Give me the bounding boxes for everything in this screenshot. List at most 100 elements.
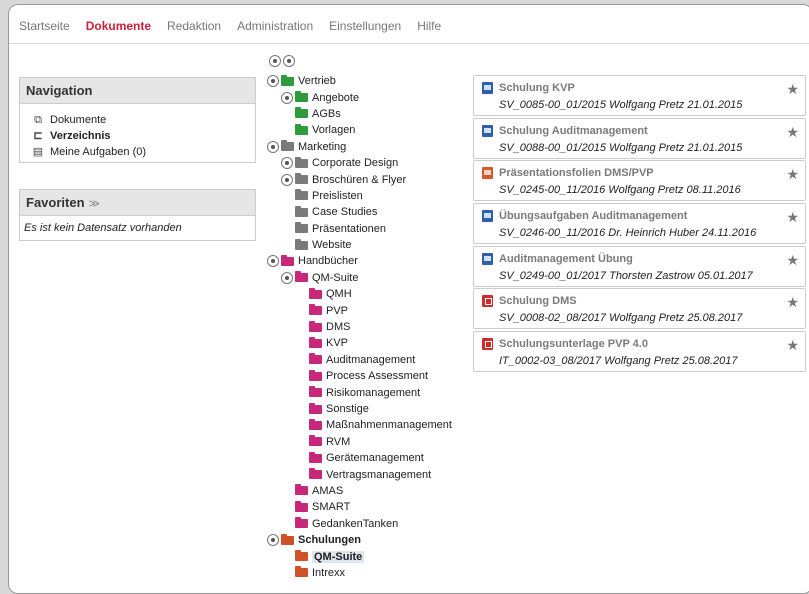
favorites-header[interactable]: Favoriten ≫ <box>20 190 255 216</box>
tree-node-label[interactable]: Auditmanagement <box>326 354 415 366</box>
favorite-star-icon[interactable]: ★ <box>786 253 799 267</box>
tree-toggle-icon[interactable] <box>267 140 279 153</box>
tree-node-label[interactable]: QMH <box>326 288 352 300</box>
tree-node-label[interactable]: Schulungen <box>298 534 361 546</box>
tab-dokumente[interactable]: Dokumente <box>86 19 151 35</box>
tree-node-label[interactable]: AMAS <box>312 485 343 497</box>
favorite-star-icon[interactable]: ★ <box>786 295 799 309</box>
tree-node[interactable]: Maßnahmenmanagement <box>267 417 477 433</box>
tree-toggle-icon[interactable] <box>267 255 279 268</box>
tree-node[interactable]: Corporate Design <box>267 155 477 171</box>
tree-node[interactable]: Marketing <box>267 139 477 155</box>
tree-node-label[interactable]: SMART <box>312 501 350 513</box>
tree-node[interactable]: Process Assessment <box>267 368 477 384</box>
document-card[interactable]: Schulung KVP SV_0085-00_01/2015 Wolfgang … <box>473 75 806 116</box>
tree-node[interactable]: Handbücher <box>267 253 477 269</box>
expand-all-icon[interactable] <box>269 55 281 67</box>
tree-node[interactable]: Auditmanagement <box>267 352 477 368</box>
tree-node[interactable]: Sonstige <box>267 401 477 417</box>
tree-node-label[interactable]: Broschüren & Flyer <box>312 174 406 186</box>
tree-node-label[interactable]: Marketing <box>298 141 346 153</box>
tree-node[interactable]: Vertrieb <box>267 73 477 89</box>
tree-node[interactable]: DMS <box>267 319 477 335</box>
tree-node[interactable]: Vorlagen <box>267 122 477 138</box>
tree-node-label[interactable]: Angebote <box>312 92 359 104</box>
tree-node[interactable]: AGBs <box>267 106 477 122</box>
tree-node[interactable]: SMART <box>267 499 477 515</box>
tab-redaktion[interactable]: Redaktion <box>167 19 221 35</box>
document-card[interactable]: Schulung DMS SV_0008-02_08/2017 Wolfgang … <box>473 288 806 330</box>
tab-startseite[interactable]: Startseite <box>19 19 70 35</box>
nav-item-meine-aufgaben[interactable]: ▤ Meine Aufgaben (0) <box>32 144 255 160</box>
tree-node-label[interactable]: Intrexx <box>312 567 345 579</box>
tree-node[interactable]: Website <box>267 237 477 253</box>
tree-node-label[interactable]: Case Studies <box>312 206 377 218</box>
document-title[interactable]: Auditmanagement Übung <box>499 253 633 265</box>
tree-toggle-icon[interactable] <box>281 91 293 104</box>
tree-node-label[interactable]: Preislisten <box>312 190 363 202</box>
document-card[interactable]: Übungsaufgaben Auditmanagement SV_0246-00… <box>473 203 806 245</box>
tree-node-label[interactable]: Process Assessment <box>326 370 428 382</box>
tree-node[interactable]: PVP <box>267 302 477 318</box>
tree-node-label[interactable]: DMS <box>326 321 350 333</box>
tree-node[interactable]: Vertragsmanagement <box>267 466 477 482</box>
document-title[interactable]: Präsentationsfolien DMS/PVP <box>499 167 654 179</box>
tree-node-label[interactable]: Risikomanagement <box>326 387 420 399</box>
tree-node[interactable]: Preislisten <box>267 188 477 204</box>
tree-toggle-icon[interactable] <box>281 173 293 186</box>
tree-node-label[interactable]: Corporate Design <box>312 157 398 169</box>
tree-node-label[interactable]: Vertrieb <box>298 75 336 87</box>
tree-node-label[interactable]: Vertragsmanagement <box>326 469 431 481</box>
tree-node[interactable]: RVM <box>267 434 477 450</box>
document-title[interactable]: Schulungsunterlage PVP 4.0 <box>499 338 648 350</box>
tree-node[interactable]: QM-Suite <box>267 270 477 286</box>
tree-node-label[interactable]: Handbücher <box>298 255 358 267</box>
tree-toggle-icon[interactable] <box>267 534 279 547</box>
tree-node-label[interactable]: Gerätemanagement <box>326 452 424 464</box>
tree-node-label[interactable]: GedankenTanken <box>312 518 398 530</box>
tab-einstellungen[interactable]: Einstellungen <box>329 19 401 35</box>
tree-node-label[interactable]: Maßnahmenmanagement <box>326 419 452 431</box>
tree-node-label[interactable]: KVP <box>326 337 348 349</box>
document-title[interactable]: Schulung KVP <box>499 82 575 94</box>
tree-node[interactable]: Angebote <box>267 89 477 105</box>
document-title[interactable]: Schulung Auditmanagement <box>499 125 648 137</box>
document-title[interactable]: Übungsaufgaben Auditmanagement <box>499 210 687 222</box>
tree-node[interactable]: Schulungen <box>267 532 477 548</box>
tree-node[interactable]: AMAS <box>267 483 477 499</box>
tree-node[interactable]: Präsentationen <box>267 221 477 237</box>
tree-node-label[interactable]: QM-Suite <box>312 550 365 563</box>
tree-node[interactable]: QMH <box>267 286 477 302</box>
tree-node-label[interactable]: RVM <box>326 436 350 448</box>
document-title[interactable]: Schulung DMS <box>499 295 577 307</box>
favorite-star-icon[interactable]: ★ <box>786 82 799 96</box>
favorite-star-icon[interactable]: ★ <box>786 338 799 352</box>
tree-node[interactable]: QM-Suite <box>267 548 477 564</box>
tree-node[interactable]: Gerätemanagement <box>267 450 477 466</box>
tree-node[interactable]: Broschüren & Flyer <box>267 171 477 187</box>
tree-node-label[interactable]: AGBs <box>312 108 341 120</box>
tree-node-label[interactable]: Vorlagen <box>312 124 355 136</box>
tab-hilfe[interactable]: Hilfe <box>417 19 441 35</box>
favorite-star-icon[interactable]: ★ <box>786 167 799 181</box>
tree-node[interactable]: Case Studies <box>267 204 477 220</box>
double-chevron-down-icon[interactable]: ≫ <box>89 198 101 210</box>
favorite-star-icon[interactable]: ★ <box>786 210 799 224</box>
collapse-all-icon[interactable] <box>283 55 295 67</box>
tree-node[interactable]: Intrexx <box>267 565 477 581</box>
nav-item-dokumente[interactable]: ⧉ Dokumente <box>32 112 255 128</box>
favorite-star-icon[interactable]: ★ <box>786 125 799 139</box>
nav-item-verzeichnis[interactable]: ⊏ Verzeichnis <box>32 128 255 144</box>
tree-toggle-icon[interactable] <box>281 271 293 284</box>
tree-toggle-icon[interactable] <box>267 75 279 88</box>
document-card[interactable]: Schulungsunterlage PVP 4.0 IT_0002-03_08/… <box>473 331 806 373</box>
tree-node-label[interactable]: PVP <box>326 305 348 317</box>
tree-node-label[interactable]: QM-Suite <box>312 272 358 284</box>
tab-administration[interactable]: Administration <box>237 19 313 35</box>
document-card[interactable]: Schulung Auditmanagement SV_0088-00_01/20… <box>473 117 806 159</box>
tree-node-label[interactable]: Website <box>312 239 352 251</box>
tree-node[interactable]: KVP <box>267 335 477 351</box>
tree-node-label[interactable]: Sonstige <box>326 403 369 415</box>
document-card[interactable]: Präsentationsfolien DMS/PVP SV_0245-00_11… <box>473 160 806 202</box>
tree-node-label[interactable]: Präsentationen <box>312 223 386 235</box>
